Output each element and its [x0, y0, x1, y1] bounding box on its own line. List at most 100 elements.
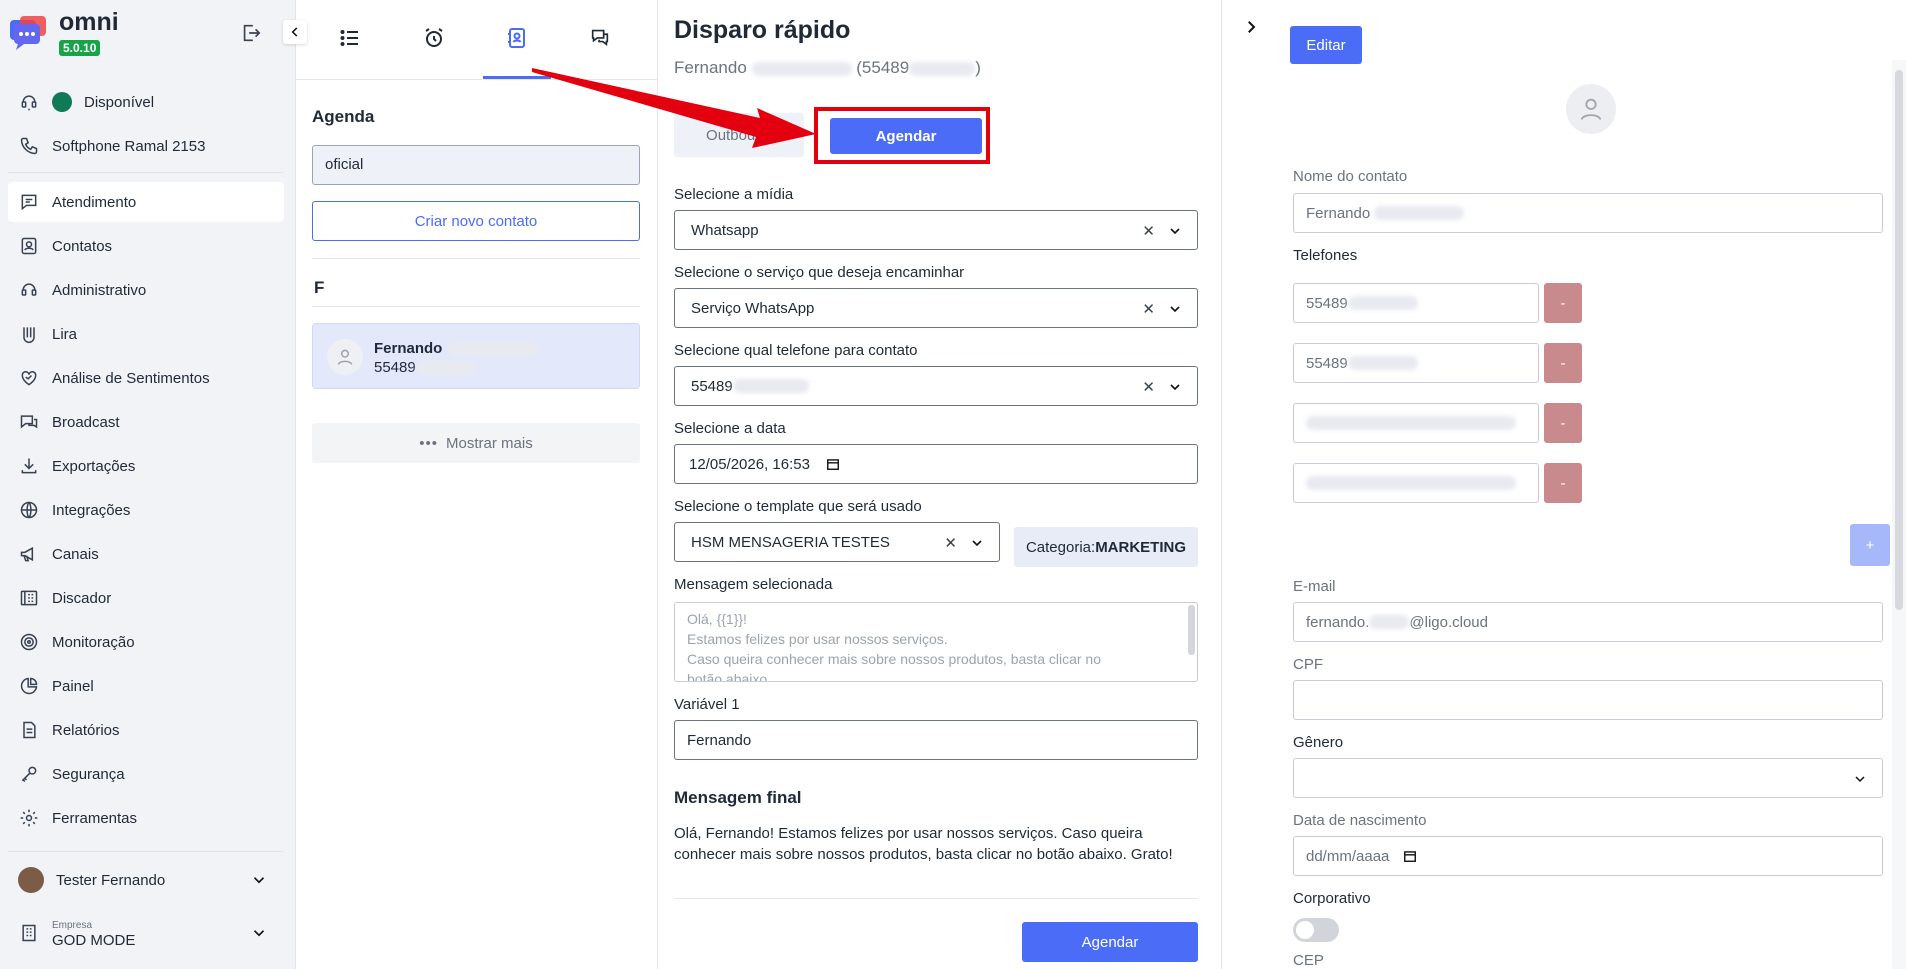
remove-phone-button[interactable]: -: [1544, 463, 1582, 503]
schedule-button[interactable]: Agendar: [1022, 922, 1198, 962]
chat-bubbles-icon: [591, 29, 609, 46]
contact-list-item[interactable]: Fernando 55489: [312, 323, 640, 389]
sidebar-item-label: Broadcast: [52, 413, 120, 431]
email-field[interactable]: fernando. @ligo.cloud: [1293, 602, 1883, 642]
phone-select[interactable]: 55489 ✕: [674, 366, 1198, 406]
user-menu[interactable]: Tester Fernando: [8, 858, 284, 902]
sidebar-item-label: Relatórios: [52, 721, 120, 739]
sidebar-item-label: Painel: [52, 677, 94, 695]
logout-icon[interactable]: [240, 22, 262, 44]
sidebar-item-analise-sentimentos[interactable]: Análise de Sentimentos: [8, 358, 284, 398]
company-selector[interactable]: Empresa GOD MODE: [8, 908, 284, 958]
sidebar-item-label: Canais: [52, 545, 99, 563]
cpf-field[interactable]: [1293, 680, 1883, 720]
selected-message-textarea[interactable]: Olá, {{1}}! Estamos felizes por usar nos…: [674, 602, 1198, 682]
birthdate-label: Data de nascimento: [1293, 812, 1427, 829]
textarea-scrollbar[interactable]: [1188, 605, 1195, 655]
chevron-down-icon: [253, 930, 265, 937]
show-more-button[interactable]: ••• Mostrar mais: [312, 423, 640, 463]
separator: [312, 258, 640, 259]
softphone-label: Softphone Ramal 2153: [52, 137, 206, 155]
cep-label: CEP: [1293, 952, 1324, 969]
sidebar-item-atendimento[interactable]: Atendimento: [8, 182, 284, 222]
sidebar-item-exportacoes[interactable]: Exportações: [8, 446, 284, 486]
scrollbar-thumb[interactable]: [1895, 70, 1903, 610]
agenda-search-input[interactable]: oficial: [312, 145, 640, 185]
sentiment-icon: [21, 370, 37, 386]
redacted-text: [1306, 476, 1516, 490]
sidebar-item-ferramentas[interactable]: Ferramentas: [8, 798, 284, 838]
softphone-item[interactable]: Softphone Ramal 2153: [8, 126, 284, 166]
template-select[interactable]: HSM MENSAGERIA TESTES ✕: [674, 522, 1000, 562]
collapse-sidebar-button[interactable]: [283, 20, 307, 44]
service-select[interactable]: Serviço WhatsApp ✕: [674, 288, 1198, 328]
media-select[interactable]: Whatsapp ✕: [674, 210, 1198, 250]
redacted-text: [751, 61, 852, 76]
corporate-toggle[interactable]: [1293, 918, 1339, 942]
tab-conversations[interactable]: [589, 26, 611, 48]
clear-icon[interactable]: ✕: [1142, 222, 1155, 240]
edit-button[interactable]: Editar: [1290, 26, 1362, 64]
admin-icon: [21, 283, 37, 296]
calendar-icon[interactable]: [826, 457, 840, 471]
phone-field[interactable]: [1293, 463, 1539, 503]
sidebar-item-painel[interactable]: Painel: [8, 666, 284, 706]
variable-input[interactable]: Fernando: [674, 720, 1198, 760]
tab-agenda[interactable]: [505, 26, 529, 50]
sidebar-item-label: Discador: [52, 589, 112, 607]
name-label: Nome do contato: [1293, 168, 1408, 185]
chat-icon: [21, 194, 37, 211]
clear-icon[interactable]: ✕: [1142, 300, 1155, 318]
tab-outbound[interactable]: Outbound: [674, 113, 804, 157]
user-icon: [1580, 98, 1602, 120]
name-field[interactable]: Fernando: [1293, 193, 1883, 233]
lira-icon: [23, 327, 35, 344]
sidebar-item-monitoracao[interactable]: Monitoração: [8, 622, 284, 662]
key-icon: [21, 766, 37, 783]
sidebar-item-label: Segurança: [52, 765, 125, 783]
redacted-text: [1306, 416, 1516, 430]
service-label: Selecione o serviço que deseja encaminha…: [674, 264, 965, 281]
page-title: Disparo rápido: [674, 16, 851, 44]
tab-list[interactable]: [338, 26, 362, 50]
sidebar-item-broadcast[interactable]: Broadcast: [8, 402, 284, 442]
sidebar-item-contatos[interactable]: Contatos: [8, 226, 284, 266]
remove-phone-button[interactable]: -: [1544, 403, 1582, 443]
company-label: Empresa: [52, 920, 93, 931]
clear-icon[interactable]: ✕: [1142, 378, 1155, 396]
user-name: Tester Fernando: [56, 871, 166, 889]
remove-phone-button[interactable]: -: [1544, 343, 1582, 383]
add-phone-button[interactable]: +: [1850, 524, 1890, 566]
download-icon: [21, 458, 37, 474]
sidebar-item-administrativo[interactable]: Administrativo: [8, 270, 284, 310]
sidebar-item-relatorios[interactable]: Relatórios: [8, 710, 284, 750]
remove-phone-button[interactable]: -: [1544, 283, 1582, 323]
sidebar-item-seguranca[interactable]: Segurança: [8, 754, 284, 794]
date-input[interactable]: 12/05/2026, 16:53: [674, 444, 1198, 484]
message-label: Mensagem selecionada: [674, 576, 833, 593]
gender-select[interactable]: [1293, 758, 1883, 798]
phone-field[interactable]: [1293, 403, 1539, 443]
sidebar-item-discador[interactable]: Discador: [8, 578, 284, 618]
sidebar-item-lira[interactable]: Lira: [8, 314, 284, 354]
sidebar-item-integracoes[interactable]: Integrações: [8, 490, 284, 530]
gear-icon: [20, 809, 38, 827]
calendar-icon[interactable]: [1403, 849, 1417, 863]
phone-field[interactable]: 55489: [1293, 283, 1539, 323]
chevron-right-icon[interactable]: [1242, 18, 1260, 36]
final-message-text: Olá, Fernando! Estamos felizes por usar …: [674, 825, 1173, 863]
email-label: E-mail: [1293, 578, 1336, 595]
group-letter: F: [314, 278, 325, 297]
megaphone-icon: [20, 546, 34, 562]
user-icon: [337, 349, 353, 365]
sidebar-item-canais[interactable]: Canais: [8, 534, 284, 574]
clear-icon[interactable]: ✕: [944, 534, 957, 552]
phone-field[interactable]: 55489: [1293, 343, 1539, 383]
create-contact-button[interactable]: Criar novo contato: [312, 201, 640, 241]
sidebar-item-label: Administrativo: [52, 281, 147, 299]
chevron-down-icon: [253, 877, 265, 884]
status-selector[interactable]: Disponível: [8, 82, 284, 122]
tab-alarm[interactable]: [422, 26, 446, 50]
address-book-icon: [508, 28, 525, 48]
birthdate-field[interactable]: dd/mm/aaaa: [1293, 836, 1883, 876]
